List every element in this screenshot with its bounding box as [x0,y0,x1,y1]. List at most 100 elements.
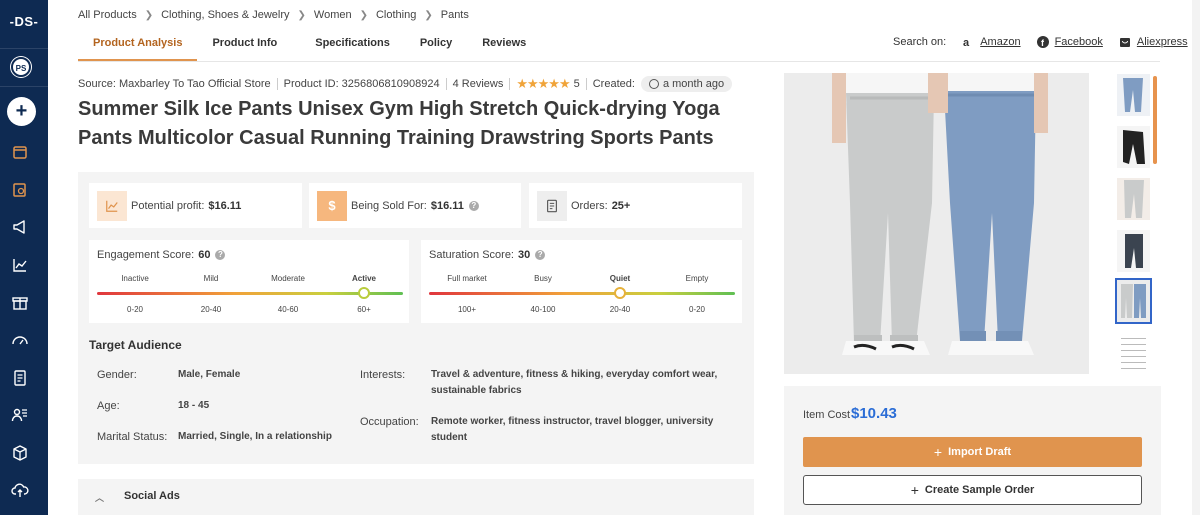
engagement-header: Engagement Score: 60 ? [97,249,226,261]
engagement-level: Inactive [121,274,149,283]
aliexpress-icon [1119,36,1131,48]
orders-value: 25+ [611,199,631,212]
breadcrumb-item[interactable]: Clothing, Shoes & Jewelry [161,9,289,21]
saturation-gradient-bar [429,292,735,295]
amazon-icon: a [962,36,974,49]
plus-icon: + [933,444,943,460]
orders-document-icon[interactable] [11,369,29,387]
megaphone-icon[interactable] [11,218,29,236]
search-facebook-link[interactable]: f Facebook [1036,36,1113,48]
thumbnail-image[interactable] [1117,178,1150,220]
add-button[interactable]: + [7,97,36,126]
orders-card: Orders: 25+ [529,183,742,228]
help-icon[interactable]: ? [535,250,546,260]
search-source-name[interactable]: Amazon [980,36,1020,48]
meta-divider [585,78,587,90]
saturation-range: 40-100 [530,305,556,314]
sold-for-card: $ Being Sold For: $16.11 ? [309,183,521,228]
tab-product-info[interactable]: Product Info [197,30,292,61]
tab-product-analysis[interactable]: Product Analysis [78,30,198,61]
target-audience-title: Target Audience [89,338,182,352]
saturation-header: Saturation Score: 30 ? [429,249,546,261]
customer-users-icon[interactable] [11,406,29,424]
profit-label: Potential profit: [131,199,205,212]
search-source-name[interactable]: Facebook [1055,36,1103,48]
saturation-level: Busy [534,274,552,283]
engagement-level-active: Active [351,274,377,283]
engagement-range: 60+ [357,305,371,314]
thumbnail-image[interactable] [1117,126,1150,168]
import-draft-label: Import Draft [948,446,1012,458]
interests-label: Interests: [360,369,406,381]
marital-status-value: Married, Single, In a relationship [178,431,332,442]
trend-chart-icon[interactable] [11,256,29,274]
meta-divider [445,78,447,90]
avatar[interactable]: PS [11,57,31,77]
product-id: Product ID: 3256806810908924 [283,78,440,90]
thumbnail-image[interactable] [1117,332,1150,374]
help-icon[interactable]: ? [468,200,479,211]
sidebar: -DS- PS + [0,0,48,515]
thumbnail-scrollbar[interactable] [1153,76,1157,164]
item-cost-label: Item Cost [803,409,851,421]
orders-document-icon [537,190,567,221]
product-main-image[interactable] [784,73,1089,374]
product-meta: Source: Maxbarley To Tao Official Store … [78,76,733,92]
created-badge: a month ago [640,76,733,92]
tab-specifications[interactable]: Specifications [300,30,405,61]
engagement-score-card: Engagement Score: 60 ? Inactive Mild Mod… [89,240,409,323]
meta-divider [276,78,278,90]
search-aliexpress-link[interactable]: Aliexpress [1119,36,1188,48]
svg-text:a: a [963,37,970,48]
engagement-level: Moderate [271,274,305,283]
page-scrollbar[interactable] [1192,0,1200,515]
tab-reviews[interactable]: Reviews [467,30,541,61]
sold-value: $16.11 [430,199,464,212]
gift-box-icon[interactable] [11,294,29,312]
facebook-icon: f [1036,36,1049,48]
engagement-score: 60 [198,249,211,261]
cloud-upload-icon[interactable] [11,481,29,499]
star-rating-icon: ★★★★★ [516,76,570,91]
dollar-icon: $ [317,190,347,221]
tab-policy[interactable]: Policy [405,30,467,61]
import-draft-button[interactable]: + Import Draft [803,437,1142,467]
help-icon[interactable]: ? [215,250,226,260]
potential-profit-card: Potential profit: $16.11 [89,183,302,228]
breadcrumb-item[interactable]: Women [314,9,352,21]
product-title: Summer Silk Ice Pants Unisex Gym High St… [78,98,720,149]
item-cost-value: $10.43 [851,405,897,422]
marital-status-label: Marital Status: [97,431,168,443]
tab-divider [78,61,1160,62]
breadcrumb-item[interactable]: All Products [78,9,137,21]
search-source-name[interactable]: Aliexpress [1137,36,1188,48]
saturation-range: 20-40 [609,305,631,314]
clock-icon [648,79,659,89]
create-sample-order-button[interactable]: + Create Sample Order [803,475,1142,505]
engagement-indicator [358,287,370,299]
product-research-icon[interactable] [11,181,29,199]
chevron-up-icon[interactable]: ︿ [95,491,104,504]
thumbnail-image-selected[interactable] [1115,278,1152,324]
source-store: Source: Maxbarley To Tao Official Store [78,78,271,90]
saturation-level: Full market [447,274,487,283]
breadcrumb-item[interactable]: Pants [441,9,469,21]
package-icon[interactable] [11,444,29,462]
dashboard-gauge-icon[interactable] [11,331,29,349]
saturation-level: Empty [685,274,709,283]
engagement-label: Engagement Score: [97,249,195,261]
breadcrumb-item[interactable]: Clothing [376,9,416,21]
search-amazon-link[interactable]: a Amazon [962,36,1030,49]
social-ads-label[interactable]: Social Ads [124,490,180,502]
created-label: Created: [592,78,635,90]
thumbnail-image[interactable] [1117,74,1150,116]
created-value: a month ago [662,78,725,90]
social-ads-section[interactable]: ︿ Social Ads [78,479,754,515]
age-value: 18 - 45 [178,400,210,411]
store-icon[interactable] [11,143,29,161]
chevron-right-icon: ❯ [424,9,433,21]
interests-value: Travel & adventure, fitness & hiking, ev… [431,369,718,396]
app-logo: -DS- [9,14,39,29]
gender-value: Male, Female [178,369,241,380]
thumbnail-image[interactable] [1117,230,1150,272]
